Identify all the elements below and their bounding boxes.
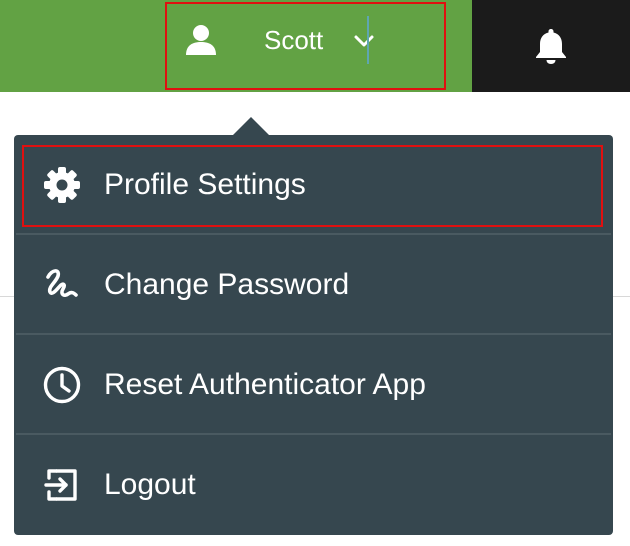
menu-item-reset-authenticator[interactable]: Reset Authenticator App [14,335,613,435]
user-icon [186,25,216,55]
user-menu-button[interactable]: Scott [165,2,446,90]
user-name: Scott [264,25,324,55]
menu-item-profile-settings[interactable]: Profile Settings [14,135,613,235]
bell-icon [536,29,566,64]
gear-icon [44,167,80,203]
text-cursor [367,16,369,64]
clock-icon [43,366,81,404]
signature-icon [46,269,78,297]
menu-item-label: Reset Authenticator App [104,368,426,401]
menu-item-label: Profile Settings [104,168,306,201]
menu-item-logout[interactable]: Logout [14,435,613,535]
logout-icon [44,469,77,501]
menu-item-label: Logout [104,468,196,501]
user-dropdown-menu: Profile Settings Change Password Reset A… [14,135,613,535]
notifications-button[interactable] [472,0,630,92]
menu-item-label: Change Password [104,268,350,301]
menu-item-change-password[interactable]: Change Password [14,235,613,335]
chevron-down-icon [354,35,374,47]
dropdown-arrow [233,117,269,135]
